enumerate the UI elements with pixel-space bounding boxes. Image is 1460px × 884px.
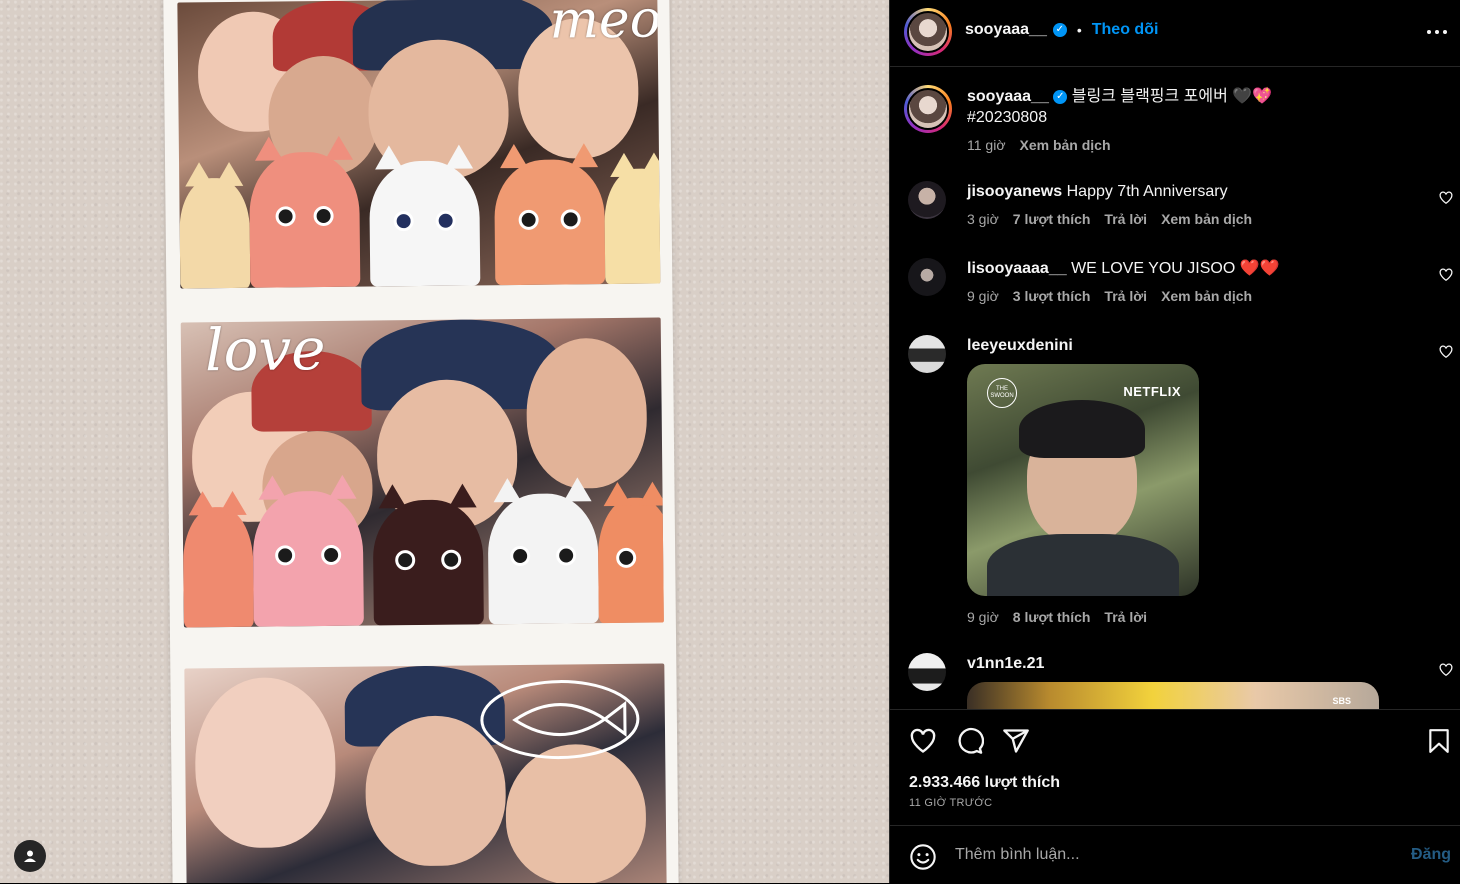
commenter-username[interactable]: jisooyanews xyxy=(967,183,1062,200)
cat-sticker xyxy=(248,151,361,288)
cat-sticker xyxy=(597,497,664,624)
see-translation-button[interactable]: Xem bản dịch xyxy=(1161,288,1252,304)
verified-badge-icon: ✓ xyxy=(1053,89,1068,104)
comment-likes[interactable]: 3 lượt thích xyxy=(1013,288,1091,304)
comment-likes[interactable]: 8 lượt thích xyxy=(1013,609,1091,625)
comment-time[interactable]: 3 giờ xyxy=(967,211,999,227)
comment-time[interactable]: 9 giờ xyxy=(967,609,999,625)
caption-time[interactable]: 11 giờ xyxy=(967,137,1006,153)
caption-text-block: sooyaaa__ ✓ 블링크 블랙핑크 포에버 🖤💖 #20230808 xyxy=(967,86,1272,128)
post-photo[interactable]: meow love xyxy=(0,0,889,883)
photo-frame-2: love xyxy=(180,317,664,628)
share-send-icon[interactable] xyxy=(1002,727,1030,755)
comment-meta: 3 giờ 7 lượt thích Trả lời Xem bản dịch xyxy=(967,211,1252,227)
author-avatar[interactable] xyxy=(904,85,952,133)
author-username[interactable]: sooyaaa__ xyxy=(965,21,1047,39)
cat-sticker xyxy=(494,159,606,286)
comment-text-block: lisooyaaaa__ WE LOVE YOU JISOO ❤️❤️ xyxy=(967,258,1280,279)
reply-button[interactable]: Trả lời xyxy=(1104,211,1147,227)
sbs-logo: SBS xyxy=(1332,696,1351,706)
person-shirt xyxy=(987,534,1179,596)
commenter-username[interactable]: lisooyaaaa__ xyxy=(967,260,1067,277)
post-comment-button[interactable]: Đăng xyxy=(1411,846,1451,864)
caption-meta: 11 giờ Xem bản dịch xyxy=(967,137,1111,153)
author-avatar[interactable] xyxy=(904,8,952,56)
reply-button[interactable]: Trả lời xyxy=(1104,609,1147,625)
commenter-username[interactable]: v1nn1e.21 xyxy=(967,655,1044,672)
cat-sticker xyxy=(372,499,484,626)
verified-badge-icon: ✓ xyxy=(1052,23,1067,37)
caption-hashtag[interactable]: #20230808 xyxy=(967,109,1047,126)
comment-item: leeyeuxdenini THE SWOON NETFLIX 9 giờ 8 … xyxy=(890,331,1460,631)
photo-frame-1: meow xyxy=(177,0,661,289)
comment-text: WE LOVE YOU JISOO ❤️❤️ xyxy=(1071,260,1280,277)
add-comment-bar: Thêm bình luận... Đăng xyxy=(890,825,1460,884)
reply-button[interactable]: Trả lời xyxy=(1104,288,1147,304)
caption-text: 블링크 블랙핑크 포에버 🖤💖 xyxy=(1071,88,1273,105)
netflix-logo: NETFLIX xyxy=(1123,384,1181,399)
comment-image[interactable]: THE SWOON NETFLIX xyxy=(967,364,1199,596)
cat-sticker xyxy=(487,493,599,625)
separator-dot: • xyxy=(1076,22,1082,38)
cat-sticker xyxy=(604,168,661,285)
comment-bubble-icon[interactable] xyxy=(956,727,984,755)
tagged-user-icon[interactable] xyxy=(14,840,46,872)
post-actions: 2.933.466 lượt thích 11 GIỜ TRƯỚC xyxy=(890,709,1460,826)
comment-likes[interactable]: 7 lượt thích xyxy=(1013,211,1091,227)
see-translation-button[interactable]: Xem bản dịch xyxy=(1161,211,1252,227)
commenter-avatar[interactable] xyxy=(908,653,946,691)
fish-doodle xyxy=(480,680,640,760)
like-comment-heart-icon[interactable] xyxy=(1439,191,1453,205)
commenter-avatar[interactable] xyxy=(908,181,946,219)
save-bookmark-icon[interactable] xyxy=(1426,727,1452,755)
person-face xyxy=(194,676,337,849)
cat-sticker xyxy=(369,160,481,287)
commenter-username[interactable]: leeyeuxdenini xyxy=(967,337,1073,354)
like-comment-heart-icon[interactable] xyxy=(1439,345,1453,359)
posted-time[interactable]: 11 GIỜ TRƯỚC xyxy=(909,797,992,809)
like-comment-heart-icon[interactable] xyxy=(1439,663,1453,677)
comment-text: Happy 7th Anniversary xyxy=(1066,183,1228,200)
cat-sticker xyxy=(179,177,251,289)
person-face xyxy=(525,337,648,489)
comment-time[interactable]: 9 giờ xyxy=(967,288,999,304)
emoji-smile-icon[interactable] xyxy=(909,843,937,871)
person-hair xyxy=(1019,400,1145,458)
cat-sticker xyxy=(182,506,254,628)
photo-frame-3 xyxy=(184,663,667,883)
see-translation-button[interactable]: Xem bản dịch xyxy=(1020,137,1111,153)
comment-text-block: jisooyanews Happy 7th Anniversary xyxy=(967,181,1228,202)
likes-count[interactable]: 2.933.466 lượt thích xyxy=(909,774,1060,792)
comment-text-block: leeyeuxdenini xyxy=(967,335,1073,356)
commenter-avatar[interactable] xyxy=(908,335,946,373)
post-sidebar: sooyaaa__ ✓ • Theo dõi sooyaaa__ ✓ 블링크 블… xyxy=(889,0,1460,883)
header-author-row: sooyaaa__ ✓ • Theo dõi xyxy=(965,21,1158,39)
post-caption: sooyaaa__ ✓ 블링크 블랙핑크 포에버 🖤💖 #20230808 11… xyxy=(890,81,1460,161)
cat-sticker xyxy=(252,490,364,627)
more-options-icon[interactable] xyxy=(1425,20,1449,44)
comment-item: jisooyanews Happy 7th Anniversary 3 giờ … xyxy=(890,177,1460,247)
post-header: sooyaaa__ ✓ • Theo dõi xyxy=(890,0,1460,67)
comment-item: lisooyaaaa__ WE LOVE YOU JISOO ❤️❤️ 9 gi… xyxy=(890,254,1460,324)
comment-meta: 9 giờ 8 lượt thích Trả lời xyxy=(967,609,1147,625)
love-doodle: love xyxy=(204,317,326,385)
like-comment-heart-icon[interactable] xyxy=(1439,268,1453,282)
commenter-avatar[interactable] xyxy=(908,258,946,296)
add-comment-input[interactable]: Thêm bình luận... xyxy=(955,846,1080,864)
photo-booth-strip: meow love xyxy=(163,0,679,883)
meow-doodle: meow xyxy=(549,0,661,51)
comment-meta: 9 giờ 3 lượt thích Trả lời Xem bản dịch xyxy=(967,288,1252,304)
comment-item: v1nn1e.21 SBS xyxy=(890,649,1460,709)
like-heart-icon[interactable] xyxy=(909,727,937,755)
comment-text-block: v1nn1e.21 xyxy=(967,653,1044,674)
comment-image[interactable]: SBS xyxy=(967,682,1379,709)
follow-button[interactable]: Theo dõi xyxy=(1092,21,1159,39)
caption-username[interactable]: sooyaaa__ xyxy=(967,88,1049,105)
comments-list[interactable]: sooyaaa__ ✓ 블링크 블랙핑크 포에버 🖤💖 #20230808 11… xyxy=(890,67,1460,709)
the-swoon-logo: THE SWOON xyxy=(987,378,1017,408)
